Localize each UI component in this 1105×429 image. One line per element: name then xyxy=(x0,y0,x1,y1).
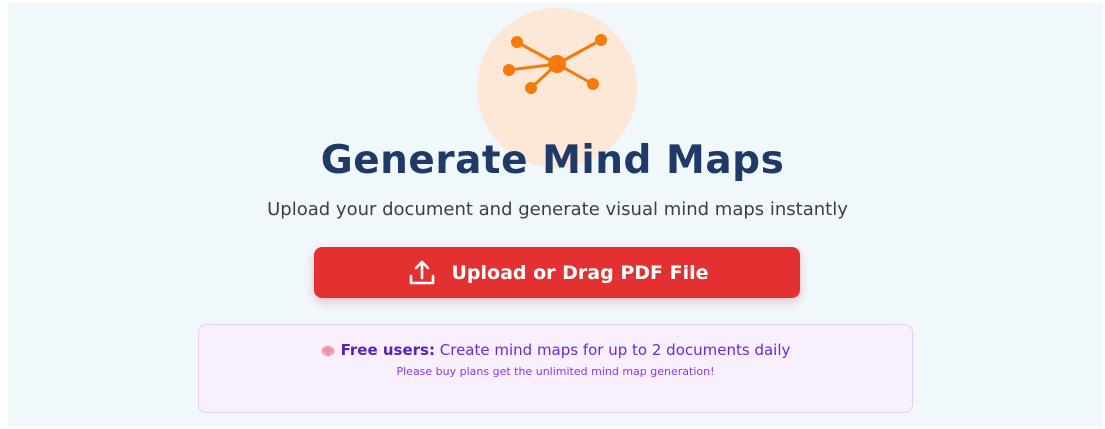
notice-body: Create mind maps for up to 2 documents d… xyxy=(434,341,791,359)
notice-message: Free users: Create mind maps for up to 2… xyxy=(229,340,882,361)
notice-lead: Free users: xyxy=(340,341,435,359)
upload-pdf-button[interactable]: Upload or Drag PDF File xyxy=(314,247,800,298)
brain-icon xyxy=(321,345,335,356)
free-users-notice: Free users: Create mind maps for up to 2… xyxy=(198,324,913,413)
notice-hint: Please buy plans get the unlimited mind … xyxy=(396,365,715,378)
upload-icon xyxy=(410,260,435,284)
page-subtitle: Upload your document and generate visual… xyxy=(267,199,848,220)
page-title: Generate Mind Maps xyxy=(320,138,785,183)
upload-button-label: Upload or Drag PDF File xyxy=(451,261,709,284)
